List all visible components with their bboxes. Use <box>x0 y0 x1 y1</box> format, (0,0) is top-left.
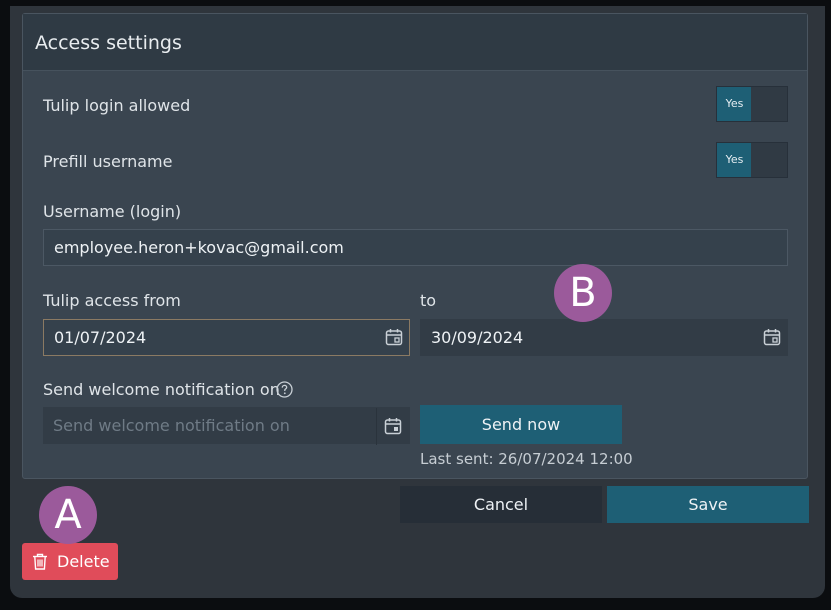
trash-icon <box>33 553 47 570</box>
annotation-marker-b: B <box>554 264 612 322</box>
calendar-icon[interactable] <box>763 328 781 346</box>
welcome-notification-placeholder: Send welcome notification on <box>53 416 290 435</box>
prefill-username-label: Prefill username <box>43 152 173 171</box>
card-title: Access settings <box>35 32 182 54</box>
login-allowed-toggle[interactable]: Yes <box>716 86 788 122</box>
help-circle-icon[interactable] <box>276 381 293 398</box>
username-input[interactable]: employee.heron+kovac@gmail.com <box>43 229 788 266</box>
prefill-username-toggle-yes: Yes <box>717 143 752 177</box>
welcome-calendar-button[interactable] <box>376 408 409 445</box>
prefill-username-toggle[interactable]: Yes <box>716 142 788 178</box>
access-from-label: Tulip access from <box>43 291 181 310</box>
card-header: Access settings <box>23 14 807 71</box>
access-from-value: 01/07/2024 <box>54 328 147 347</box>
delete-button[interactable]: Delete <box>22 543 118 580</box>
annotation-marker-a: A <box>39 486 97 544</box>
prefill-username-toggle-off <box>751 143 787 177</box>
username-value: employee.heron+kovac@gmail.com <box>54 238 344 257</box>
delete-button-label: Delete <box>57 552 110 571</box>
save-button[interactable]: Save <box>607 486 809 523</box>
calendar-icon[interactable] <box>385 328 403 346</box>
screen-background: Access settings Tulip login allowed Yes … <box>0 0 831 610</box>
username-label: Username (login) <box>43 202 182 221</box>
access-from-input[interactable]: 01/07/2024 <box>43 319 410 356</box>
login-allowed-toggle-yes: Yes <box>717 87 752 121</box>
login-allowed-toggle-off <box>751 87 787 121</box>
cancel-button[interactable]: Cancel <box>400 486 602 523</box>
welcome-notification-input[interactable]: Send welcome notification on <box>43 407 410 445</box>
send-now-button[interactable]: Send now <box>420 405 622 444</box>
access-to-label: to <box>420 291 437 310</box>
last-sent-status: Last sent: 26/07/2024 12:00 <box>420 450 633 468</box>
login-allowed-label: Tulip login allowed <box>43 96 191 115</box>
access-to-input[interactable]: 30/09/2024 <box>420 319 788 356</box>
welcome-notification-label: Send welcome notification on <box>43 380 280 399</box>
calendar-icon <box>384 418 402 435</box>
access-to-value: 30/09/2024 <box>431 328 524 347</box>
